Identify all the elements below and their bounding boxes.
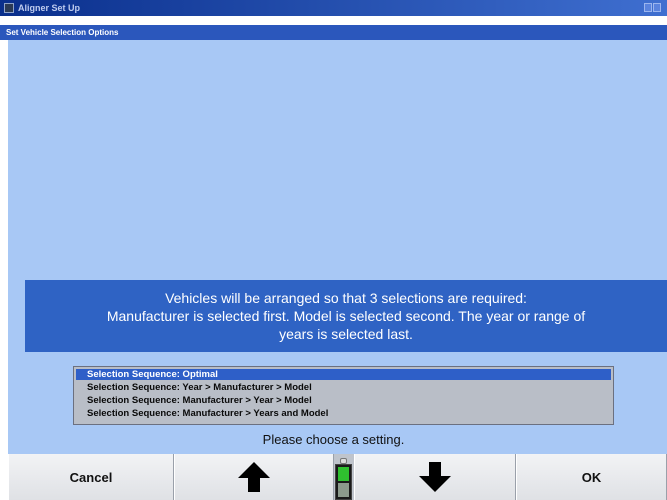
app-icon [4,3,14,13]
cancel-button[interactable]: Cancel [8,454,174,500]
screen-title-bar: Set Vehicle Selection Options [0,25,667,40]
list-item-optimal[interactable]: Selection Sequence: Optimal [76,369,611,380]
list-item-manufacturer-year-model[interactable]: Selection Sequence: Manufacturer > Year … [76,395,611,406]
aligner-window: Aligner Set Up Set Vehicle Selection Opt… [0,0,667,500]
window-controls [644,3,661,13]
selection-sequence-list[interactable]: Selection Sequence: Optimal Selection Se… [73,366,614,425]
indicator-thumb [338,467,349,481]
list-position-indicator [335,458,352,500]
info-message: Vehicles will be arranged so that 3 sele… [25,280,667,352]
indicator-lower [338,483,349,497]
window-title: Aligner Set Up [18,3,81,13]
ok-label: OK [581,469,602,485]
title-bar: Aligner Set Up [0,0,667,16]
list-item-year-manufacturer-model[interactable]: Selection Sequence: Year > Manufacturer … [76,382,611,393]
message-line-1: Vehicles will be arranged so that 3 sele… [165,290,527,306]
down-arrow-icon [418,460,452,494]
indicator-track [335,464,352,500]
up-arrow-icon [237,460,271,494]
up-button[interactable] [174,454,334,500]
minimize-icon[interactable] [644,3,652,12]
down-button[interactable] [354,454,516,500]
ok-button[interactable]: OK [516,454,667,500]
list-item-manufacturer-years-and-model[interactable]: Selection Sequence: Manufacturer > Years… [76,408,611,419]
screen-title: Set Vehicle Selection Options [6,28,119,37]
message-line-3: years is selected last. [279,326,413,342]
prompt-text: Please choose a setting. [262,432,405,447]
message-line-2: Manufacturer is selected first. Model is… [106,308,586,324]
cancel-label: Cancel [69,469,113,485]
maximize-icon[interactable] [653,3,661,12]
